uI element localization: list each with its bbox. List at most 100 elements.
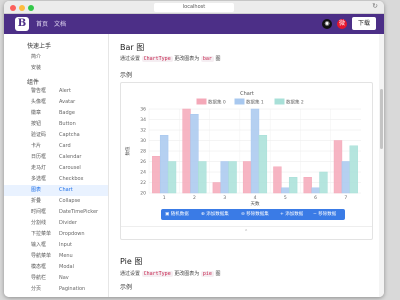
sidebar-item-avatar[interactable]: 头像框 Avatar [4,97,108,108]
bar-s2-c3 [258,135,268,194]
sidebar-item-english: Card [59,143,71,149]
bar-s0-c2 [212,182,222,194]
pie-desc-code2: pie [200,271,214,277]
bar-desc-suffix: 图 [215,56,221,62]
bar-s1-c0 [159,135,169,194]
sidebar-item-label: 安装 [31,65,42,71]
example-heading: 示例 [120,72,133,79]
sidebar-item-menu[interactable]: 导航菜单 Menu [4,251,108,262]
bar-s1-c1 [190,114,199,194]
legend-label-0: 数据集 0 [208,99,226,106]
sidebar-item-english: Dropdown [59,231,85,237]
bootstrap-logo-icon[interactable]: B [15,17,29,31]
pie-desc-mid: 更改图表为 [174,271,200,277]
sidebar-item-group1_items-0[interactable]: 简介 [4,52,108,63]
maximize-window-icon[interactable] [28,5,34,11]
bar-s0-c6 [333,140,343,194]
chart-action-button-1[interactable]: ⊕ 添加数据集 [201,209,229,220]
sidebar-item-group1_items-1[interactable]: 安装 [4,63,108,74]
sidebar-item-pagination[interactable]: 分页 Pagination [4,284,108,295]
sidebar-item-checkbox[interactable]: 多选框 Checkbox [4,174,108,185]
sidebar-item-english: Chart [59,187,73,193]
x-axis-label: 天数 [251,200,260,207]
chart-title: Chart [240,91,254,97]
address-bar[interactable]: localhost [154,3,234,12]
sidebar-item-english: Nav [59,275,69,281]
sidebar-item-english: Alert [59,88,71,94]
chart-action-button-3[interactable]: + 添加数据 [280,209,303,220]
x-tick-label-2: 3 [223,195,226,201]
chart-action-label: 随机数据 [170,212,189,217]
sidebar-item-label: 卡片 [31,143,42,149]
sidebar-item-label: 输入框 [31,242,47,248]
sidebar-item-dropdown[interactable]: 下拉菜单 Dropdown [4,229,108,240]
sidebar-item-alert[interactable]: 警告框 Alert [4,86,108,97]
y-tick-label-2: 24 [140,170,146,176]
nav-home-link[interactable]: 首页 [36,19,48,28]
bar-s0-c1 [182,108,191,194]
sidebar-item-captcha[interactable]: 验证码 Captcha [4,130,108,141]
sidebar-item-collapse[interactable]: 折叠 Collapse [4,196,108,207]
close-window-icon[interactable] [10,5,16,11]
collapse-caret-icon[interactable]: ⌃ [244,229,248,235]
sidebar-item-datetimepicker[interactable]: 时间框 DateTimePicker [4,207,108,218]
sidebar-item-carousel[interactable]: 走马灯 Carousel [4,163,108,174]
sidebar-item-label: 多选框 [31,176,47,182]
top-navbar: B 首页 文档 ◉ 微 下载 [4,14,384,34]
pie-desc-code: ChartType [141,271,173,277]
sidebar-item-modal[interactable]: 模态框 Modal [4,262,108,273]
x-tick-label-1: 2 [193,195,196,201]
nav-docs-link[interactable]: 文档 [54,19,66,28]
y-tick-label-1: 22 [140,180,146,186]
legend-label-2: 数据集 2 [286,99,304,106]
x-tick-label-5: 6 [314,195,317,201]
sidebar-group-components: 组件 [27,79,40,86]
main-content: Bar 图 通过设置 ChartType 更改图表为 bar 图 示例 Char… [110,34,384,297]
sidebar-item-button[interactable]: 按钮 Button [4,119,108,130]
chart-action-label: 移除数据集 [246,212,269,217]
bar-desc-code2: bar [200,56,214,62]
chart-action-label: 添加数据集 [206,212,229,217]
sidebar-item-divider[interactable]: 分割线 Divider [4,218,108,229]
page-scrollbar[interactable] [379,34,384,297]
github-icon[interactable]: ◉ [322,19,332,29]
sidebar-item-label: 导航栏 [31,275,47,281]
sidebar-item-label: 警告框 [31,88,47,94]
sidebar-item-label: 折叠 [31,198,42,204]
browser-titlebar: localhost ↻ [4,1,384,14]
bar-desc-code: ChartType [141,56,173,62]
weibo-icon[interactable]: 微 [337,19,347,29]
bar-s2-c5 [319,171,328,194]
sidebar-item-english: Checkbox [59,176,84,182]
sidebar-item-badge[interactable]: 徽章 Badge [4,108,108,119]
sidebar-item-label: 头像框 [31,99,47,105]
y-tick-label-6: 32 [140,128,146,134]
sidebar-item-english: Collapse [59,198,81,204]
sidebar-item-calendar[interactable]: 日历框 Calendar [4,152,108,163]
pie-desc-prefix: 通过设置 [120,271,141,277]
chart-action-button-4[interactable]: − 移除数据 [313,209,336,220]
sidebar-item-label: 走马灯 [31,165,47,171]
minimize-window-icon[interactable] [19,5,25,11]
download-button[interactable]: 下载 [352,17,376,30]
chart-action-button-2[interactable]: ⊖ 移除数据集 [241,209,269,220]
sidebar-item-card[interactable]: 卡片 Card [4,141,108,152]
sidebar-item-label: 模态框 [31,264,47,270]
sidebar-item-nav[interactable]: 导航栏 Nav [4,273,108,284]
sidebar-item-english: Pagination [59,286,86,292]
chart-action-icon: + [280,212,284,217]
x-tick-label-3: 4 [254,195,257,201]
sidebar-item-english: Input [59,242,72,248]
y-tick-label-0: 20 [140,191,146,197]
sidebar-item-label: 图表 [31,187,42,193]
sidebar-item-label: 按钮 [31,121,42,127]
card-footer: ⌃ [121,226,372,240]
x-tick-label-4: 5 [284,195,287,201]
bar-description: 通过设置 ChartType 更改图表为 bar 图 [120,55,221,62]
sidebar-item-chart[interactable]: 图表 Chart [4,185,108,196]
reload-icon[interactable]: ↻ [372,2,378,10]
chart-card: Chart 数据集 0 数据集 1 数据集 2 20 22 24 26 28 30 32 34 36 1 2… [120,82,373,240]
chart-action-button-0[interactable]: ▣ 随机数据 [165,209,189,220]
scrollbar-thumb[interactable] [380,89,383,149]
sidebar-item-input[interactable]: 输入框 Input [4,240,108,251]
